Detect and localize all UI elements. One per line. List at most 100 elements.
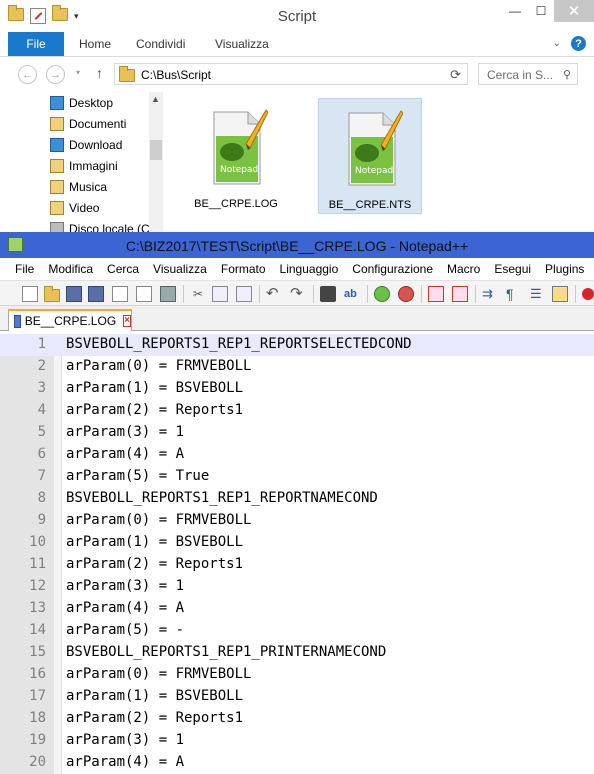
editor-line[interactable]: 17 arParam(1) = BSVEBOLL xyxy=(0,686,594,708)
file-item[interactable]: Notepad BE__CRPE.LOG xyxy=(184,98,288,214)
editor-line[interactable]: 11 arParam(2) = Reports1 xyxy=(0,554,594,576)
forward-button[interactable]: → xyxy=(46,65,65,84)
menu-macro[interactable]: Macro xyxy=(440,262,487,276)
editor-line[interactable]: 12 arParam(3) = 1 xyxy=(0,576,594,598)
nav-scrollbar[interactable]: ▲ xyxy=(149,92,163,232)
sync-horizontal-icon[interactable] xyxy=(452,286,468,302)
nav-item-video[interactable]: Video xyxy=(50,198,99,218)
line-number: 20 xyxy=(29,754,46,770)
menu-edit[interactable]: Modifica xyxy=(41,262,100,276)
editor-line[interactable]: 13 arParam(4) = A xyxy=(0,598,594,620)
menu-file[interactable]: File xyxy=(0,262,41,276)
editor-line[interactable]: 10 arParam(1) = BSVEBOLL xyxy=(0,532,594,554)
menu-view[interactable]: Visualizza xyxy=(146,262,214,276)
sync-vertical-icon[interactable] xyxy=(428,286,444,302)
close-all-icon[interactable] xyxy=(136,286,152,302)
refresh-icon[interactable]: ⟳ xyxy=(450,67,461,83)
replace-icon[interactable]: ab xyxy=(344,286,360,302)
menu-search[interactable]: Cerca xyxy=(100,262,146,276)
show-all-chars-icon[interactable]: ¶ xyxy=(506,286,522,302)
redo-icon[interactable]: ↷ xyxy=(290,286,306,302)
open-file-icon[interactable] xyxy=(44,286,60,302)
print-icon[interactable] xyxy=(160,286,176,302)
editor-line[interactable]: 7 arParam(5) = True xyxy=(0,466,594,488)
drive-icon xyxy=(50,222,64,232)
line-number: 3 xyxy=(37,380,46,396)
recent-locations-icon[interactable]: ▾ xyxy=(76,68,80,77)
editor-line[interactable]: 1 BSVEBOLL_REPORTS1_REP1_REPORTSELECTEDCO… xyxy=(0,334,594,356)
close-file-icon[interactable] xyxy=(112,286,128,302)
line-number: 10 xyxy=(29,534,46,550)
undo-icon[interactable]: ↶ xyxy=(266,286,282,302)
maximize-button[interactable]: ☐ xyxy=(528,0,554,22)
editor-line[interactable]: 9 arParam(0) = FRMVEBOLL xyxy=(0,510,594,532)
editor-line[interactable]: 20 arParam(4) = A xyxy=(0,752,594,774)
new-file-icon[interactable] xyxy=(22,286,38,302)
minimize-button[interactable]: — xyxy=(502,0,528,22)
menu-format[interactable]: Formato xyxy=(214,262,273,276)
desktop-folder-icon xyxy=(50,96,64,110)
ribbon-tab-view[interactable]: Visualizza xyxy=(215,37,269,51)
word-wrap-icon[interactable]: ⇉ xyxy=(482,286,498,302)
editor-line[interactable]: 6 arParam(4) = A xyxy=(0,444,594,466)
line-text: arParam(2) = Reports1 xyxy=(66,710,244,726)
editor-line[interactable]: 14 arParam(5) = - xyxy=(0,620,594,642)
editor-line[interactable]: 15 BSVEBOLL_REPORTS1_REP1_PRINTERNAMECOND xyxy=(0,642,594,664)
editor-line[interactable]: 8 BSVEBOLL_REPORTS1_REP1_REPORTNAMECOND xyxy=(0,488,594,510)
doc-map-icon[interactable] xyxy=(552,286,568,302)
npp-titlebar: C:\BIZ2017\TEST\Script\BE__CRPE.LOG - No… xyxy=(0,232,594,258)
tab-close-icon[interactable]: × xyxy=(123,315,131,327)
tab-be-crpe-log[interactable]: BE__CRPE.LOG × xyxy=(8,309,132,331)
nav-item-local-disk[interactable]: Disco locale (C xyxy=(50,219,150,232)
line-text: arParam(4) = A xyxy=(66,446,185,462)
record-macro-icon[interactable] xyxy=(582,288,594,300)
editor-line[interactable]: 19 arParam(3) = 1 xyxy=(0,730,594,752)
copy-icon[interactable] xyxy=(212,286,228,302)
paste-icon[interactable] xyxy=(236,286,252,302)
editor-line[interactable]: 16 arParam(0) = FRMVEBOLL xyxy=(0,664,594,686)
documents-folder-icon xyxy=(50,117,64,131)
nav-item-desktop[interactable]: Desktop xyxy=(50,93,113,113)
scroll-up-icon[interactable]: ▲ xyxy=(151,94,160,104)
ribbon-file-tab[interactable]: File xyxy=(8,32,64,56)
back-button[interactable]: ← xyxy=(18,65,37,84)
search-icon[interactable]: ⚲ xyxy=(563,68,571,81)
menu-plugins[interactable]: Plugins xyxy=(538,262,591,276)
editor-line[interactable]: 18 arParam(2) = Reports1 xyxy=(0,708,594,730)
nav-item-download[interactable]: Download xyxy=(50,135,122,155)
nav-item-music[interactable]: Musica xyxy=(50,177,107,197)
indent-guide-icon[interactable]: ☰ xyxy=(530,286,546,302)
editor-line[interactable]: 2 arParam(0) = FRMVEBOLL xyxy=(0,356,594,378)
menu-language[interactable]: Linguaggio xyxy=(273,262,346,276)
expand-ribbon-icon[interactable]: ⌄ xyxy=(553,38,561,49)
toolbar-separator xyxy=(259,285,260,303)
address-bar[interactable]: C:\Bus\Script ⟳ xyxy=(114,63,468,85)
line-number: 4 xyxy=(37,402,46,418)
line-number: 18 xyxy=(29,710,46,726)
nav-item-documents[interactable]: Documenti xyxy=(50,114,126,134)
editor[interactable]: 1 BSVEBOLL_REPORTS1_REP1_REPORTSELECTEDCO… xyxy=(0,334,594,774)
cut-icon[interactable]: ✂ xyxy=(190,286,206,302)
editor-line[interactable]: 4 arParam(2) = Reports1 xyxy=(0,400,594,422)
editor-line[interactable]: 3 arParam(1) = BSVEBOLL xyxy=(0,378,594,400)
scroll-thumb[interactable] xyxy=(150,140,162,160)
zoom-in-icon[interactable] xyxy=(374,286,390,302)
ribbon-tab-home[interactable]: Home xyxy=(79,37,111,51)
line-text: arParam(3) = 1 xyxy=(66,732,185,748)
save-all-icon[interactable] xyxy=(88,286,104,302)
help-icon[interactable]: ? xyxy=(571,36,586,51)
editor-line[interactable]: 5 arParam(3) = 1 xyxy=(0,422,594,444)
search-input[interactable]: Cerca in S... ⚲ xyxy=(478,63,578,85)
save-icon[interactable] xyxy=(66,286,82,302)
nav-item-images[interactable]: Immagini xyxy=(50,156,118,176)
file-item-selected[interactable]: Notepad BE__CRPE.NTS xyxy=(318,98,422,214)
up-button[interactable]: ↑ xyxy=(96,65,103,81)
menu-run[interactable]: Esegui xyxy=(487,262,538,276)
menu-settings[interactable]: Configurazione xyxy=(345,262,440,276)
line-number: 1 xyxy=(37,336,46,352)
zoom-out-icon[interactable] xyxy=(398,286,414,302)
file-name: BE__CRPE.LOG xyxy=(194,198,278,210)
close-button[interactable]: ✕ xyxy=(554,0,594,22)
find-icon[interactable] xyxy=(320,286,336,302)
ribbon-tab-share[interactable]: Condividi xyxy=(136,37,185,51)
